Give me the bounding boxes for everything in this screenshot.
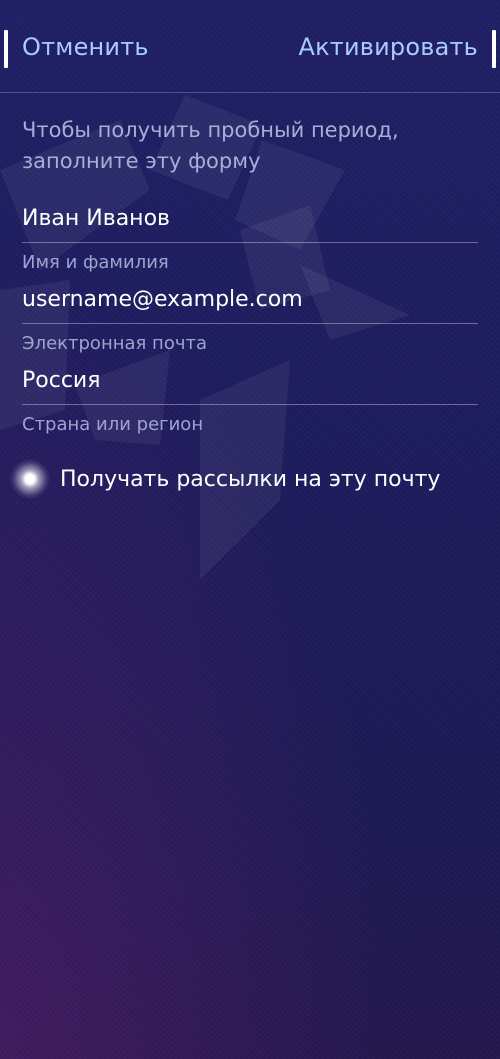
top-bar: Отменить Активировать <box>0 0 500 93</box>
cancel-button[interactable]: Отменить <box>22 33 149 61</box>
email-field-label: Электронная почта <box>22 333 207 354</box>
country-field-label: Страна или регион <box>22 414 204 435</box>
country-field[interactable]: Россия Страна или регион <box>22 368 478 435</box>
newsletter-checkbox-label[interactable]: Получать рассылки на эту почту <box>60 467 440 492</box>
email-field[interactable]: username@example.com Электронная почта <box>22 287 478 354</box>
activate-button[interactable]: Активировать <box>298 33 478 61</box>
newsletter-checkbox-row[interactable]: Получать рассылки на эту почту <box>10 459 440 499</box>
form-intro-text: Чтобы получить пробный период, заполните… <box>22 118 399 173</box>
left-edge-marker <box>4 30 8 68</box>
glow-checkbox-icon[interactable] <box>10 459 50 499</box>
email-input[interactable]: username@example.com <box>22 287 478 324</box>
right-edge-marker <box>492 30 496 68</box>
name-field[interactable]: Иван Иванов Имя и фамилия <box>22 206 478 273</box>
country-input[interactable]: Россия <box>22 368 478 405</box>
name-field-label: Имя и фамилия <box>22 252 169 273</box>
name-input[interactable]: Иван Иванов <box>22 206 478 243</box>
